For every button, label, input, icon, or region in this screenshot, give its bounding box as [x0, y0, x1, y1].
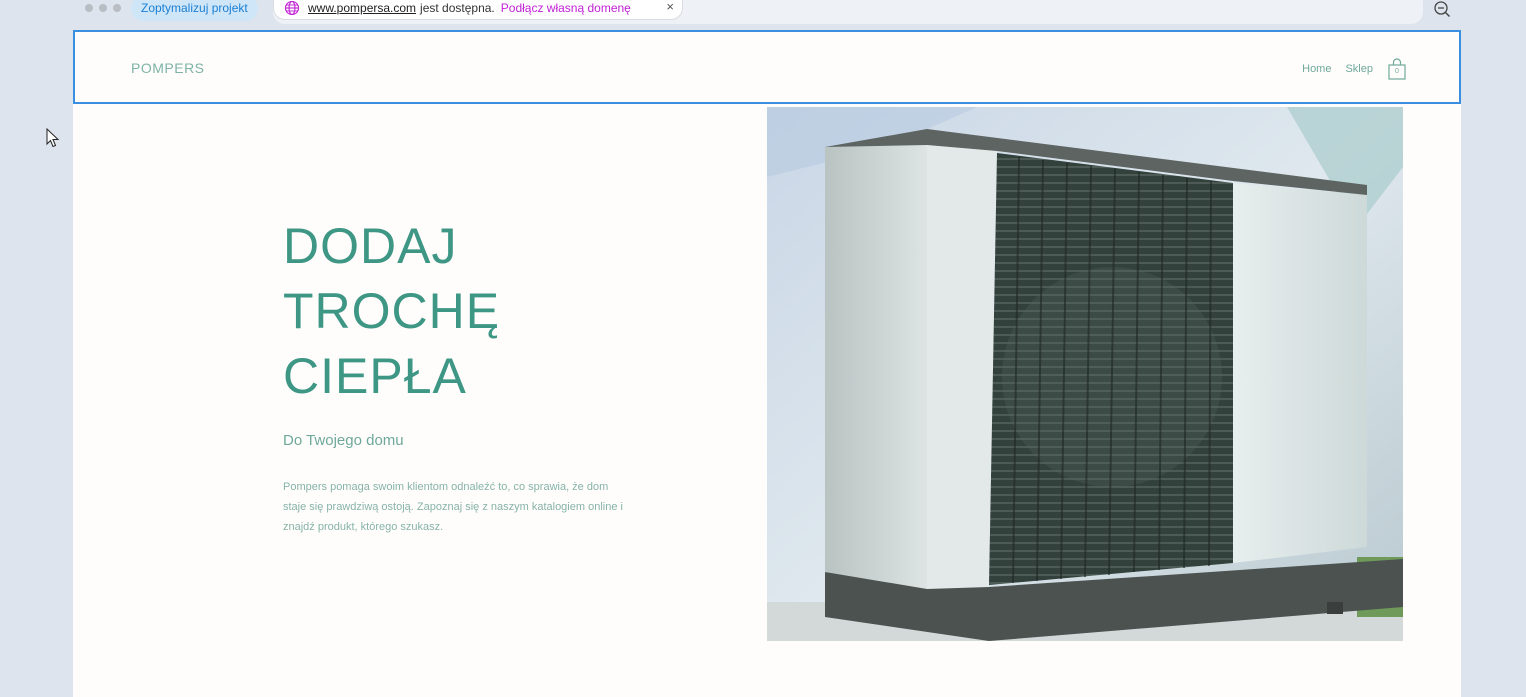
site-page: POMPERS Home Sklep 0 DODAJ TROCHĘ CIEPŁA… [73, 30, 1461, 697]
hero-description: Pompers pomaga swoim klientom odnaleźć t… [283, 481, 623, 533]
globe-icon [284, 0, 300, 15]
editor-top-bar: Zoptymalizuj projekt www.pompersa.com je… [73, 0, 1461, 24]
domain-link[interactable]: www.pompersa.com [308, 1, 416, 15]
domain-status: jest dostępna. [420, 0, 495, 15]
dot [113, 4, 121, 12]
zoom-out-icon[interactable] [1433, 0, 1451, 18]
dot [99, 4, 107, 12]
site-header[interactable]: POMPERS Home Sklep 0 [73, 30, 1461, 104]
domain-bar: www.pompersa.com jest dostępna. Podłącz … [273, 0, 1423, 24]
nav-shop-link[interactable]: Sklep [1345, 63, 1373, 75]
heat-pump-image [767, 107, 1403, 641]
site-nav: Home Sklep 0 [1302, 58, 1407, 80]
hero-title-line: TROCHĘ [283, 283, 501, 339]
nav-home-link[interactable]: Home [1302, 63, 1331, 75]
hero-subtitle: Do Twojego domu [283, 432, 404, 449]
dot [85, 4, 93, 12]
window-dots [85, 4, 121, 12]
hero-title: DODAJ TROCHĘ CIEPŁA [283, 214, 500, 409]
site-logo[interactable]: POMPERS [131, 60, 205, 76]
domain-notice: www.pompersa.com jest dostępna. Podłącz … [273, 0, 683, 20]
hero-title-line: CIEPŁA [283, 348, 467, 404]
connect-domain-link[interactable]: Podłącz własną domenę [501, 1, 631, 15]
cart-count: 0 [1395, 68, 1399, 75]
mouse-cursor-icon [46, 128, 60, 148]
close-icon[interactable]: × [666, 0, 674, 14]
hero-title-line: DODAJ [283, 218, 458, 274]
cart-button[interactable]: 0 [1387, 58, 1407, 80]
optimize-project-button[interactable]: Zoptymalizuj projekt [131, 0, 258, 21]
